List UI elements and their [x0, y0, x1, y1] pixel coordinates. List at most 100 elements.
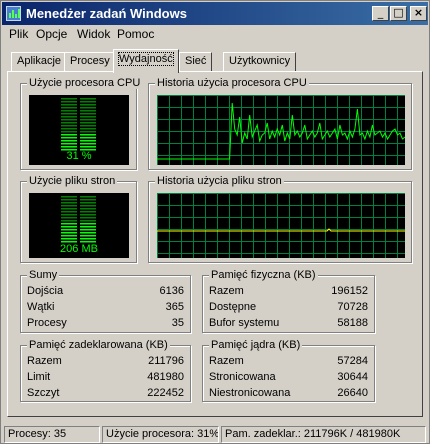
commit-charge-label: Pamięć zadeklarowana (KB) [27, 339, 170, 351]
stat-label: Dostępne [209, 301, 257, 313]
cpu-history-plot [157, 95, 405, 165]
meter-segment [80, 128, 96, 130]
meter-segment [61, 232, 77, 234]
meter-segment [80, 217, 96, 219]
meter-segment [61, 119, 77, 121]
meter-segment [61, 208, 77, 210]
cpu-usage-meter: 31 % [29, 95, 129, 165]
close-button[interactable]: × [410, 6, 427, 21]
meter-segment [80, 232, 96, 234]
stat-row: Razem 211796 [27, 355, 184, 369]
task-manager-window: Menedżer zadań Windows _ □ × Plik Opcje … [0, 0, 430, 444]
meter-segment [80, 119, 96, 121]
tab-wydajnosc[interactable]: Wydajność [113, 49, 179, 73]
totals-label: Sumy [27, 269, 60, 281]
meter-segment [80, 199, 96, 201]
stat-value: 6136 [159, 285, 184, 297]
meter-segment [61, 146, 77, 148]
meter-segment [61, 223, 77, 225]
meter-segment [80, 205, 96, 207]
status-commit-charge: Pam. zadeklar.: 211796K / 481980K [221, 426, 426, 443]
meter-segment [80, 226, 96, 228]
menu-opcje[interactable]: Opcje [36, 27, 67, 41]
meter-segment [61, 134, 77, 136]
meter-segment [80, 122, 96, 124]
meter-segment [80, 229, 96, 231]
stat-value: 35 [171, 317, 184, 329]
meter-segment [80, 131, 96, 133]
menu-bar: Plik Opcje Widok Pomoc [2, 25, 428, 44]
menu-plik[interactable]: Plik [9, 27, 28, 41]
task-manager-app-icon [6, 6, 21, 21]
meter-segment [61, 226, 77, 228]
stat-row: Procesy 35 [27, 317, 184, 331]
meter-segment [80, 202, 96, 204]
kernel-memory-group: Pamięć jądra (KB) Razem 57284 Stronicowa… [202, 339, 375, 402]
stat-value: 30644 [337, 371, 368, 383]
meter-segment [61, 143, 77, 145]
stat-label: Limit [27, 371, 51, 383]
maximize-button[interactable]: □ [390, 6, 407, 21]
window-title: Menedżer zadań Windows [26, 6, 187, 21]
meter-segment [80, 116, 96, 118]
stat-row: Dostępne 70728 [209, 301, 368, 315]
meter-segment [61, 235, 77, 237]
pf-usage-value: 206 MB [60, 243, 98, 255]
stat-row: Stronicowana 30644 [209, 371, 368, 385]
stat-row: Limit 481980 [27, 371, 184, 385]
stat-label: Razem [209, 355, 244, 367]
stat-value: 26640 [337, 387, 368, 399]
minimize-button[interactable]: _ [372, 6, 389, 21]
meter-segment [61, 205, 77, 207]
tab-uzytkownicy[interactable]: Użytkownicy [223, 52, 297, 72]
pf-history-graph [157, 193, 405, 258]
stat-label: Niestronicowana [209, 387, 291, 399]
pf-history-group: Historia użycia pliku stron [148, 175, 412, 263]
stat-value: 57284 [337, 355, 368, 367]
stat-label: Bufor systemu [209, 317, 280, 329]
meter-segment [61, 101, 77, 103]
meter-segment [61, 131, 77, 133]
stat-value: 196152 [331, 285, 368, 297]
meter-segment [61, 110, 77, 112]
meter-segment [61, 128, 77, 130]
stat-row: Bufor systemu 58188 [209, 317, 368, 331]
meter-segment [61, 214, 77, 216]
tab-label: Użytkownicy [229, 55, 291, 67]
title-bar[interactable]: Menedżer zadań Windows _ □ × [2, 2, 428, 25]
meter-segment [61, 238, 77, 240]
meter-segment [80, 235, 96, 237]
status-cpu-usage: Użycie procesora: 31% [102, 426, 219, 443]
stat-row: Wątki 365 [27, 301, 184, 315]
meter-segment [61, 196, 77, 198]
stat-label: Szczyt [27, 387, 60, 399]
stat-value: 70728 [337, 301, 368, 313]
meter-segment [80, 220, 96, 222]
pf-usage-meter: 206 MB [29, 193, 129, 258]
kernel-memory-label: Pamięć jądra (KB) [209, 339, 303, 351]
cpu-usage-value: 31 % [66, 150, 92, 162]
tab-label: Sieć [185, 55, 207, 67]
cpu-usage-label: Użycie procesora CPU [27, 77, 143, 89]
tab-siec[interactable]: Sieć [179, 52, 213, 72]
stat-row: Razem 196152 [209, 285, 368, 299]
tab-strip: Aplikacje Procesy Wydajność Sieć Użytkow… [1, 49, 430, 73]
tab-label: Wydajność [118, 52, 174, 66]
meter-segment [80, 146, 96, 148]
stat-label: Razem [209, 285, 244, 297]
meter-segment [61, 140, 77, 142]
tab-aplikacje[interactable]: Aplikacje [11, 52, 68, 72]
stat-label: Wątki [27, 301, 55, 313]
meter-segment [61, 107, 77, 109]
stat-label: Razem [27, 355, 62, 367]
meter-segment [80, 113, 96, 115]
menu-pomoc[interactable]: Pomoc [117, 27, 154, 41]
menu-widok[interactable]: Widok [77, 27, 110, 41]
tab-label: Procesy [70, 55, 110, 67]
tab-procesy[interactable]: Procesy [64, 52, 116, 72]
stat-row: Razem 57284 [209, 355, 368, 369]
stat-value: 365 [165, 301, 184, 313]
meter-segment [80, 101, 96, 103]
meter-segment [61, 137, 77, 139]
meter-segment [80, 140, 96, 142]
